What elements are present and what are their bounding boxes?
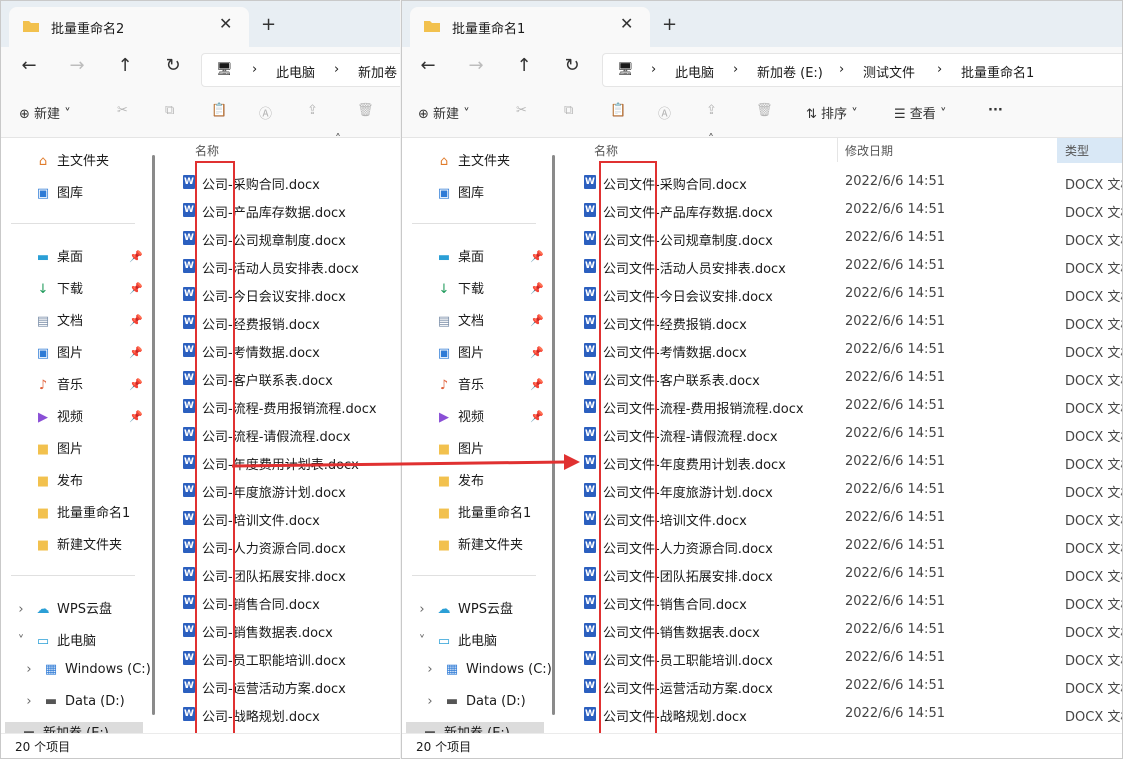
annotation-arrow — [231, 454, 580, 470]
